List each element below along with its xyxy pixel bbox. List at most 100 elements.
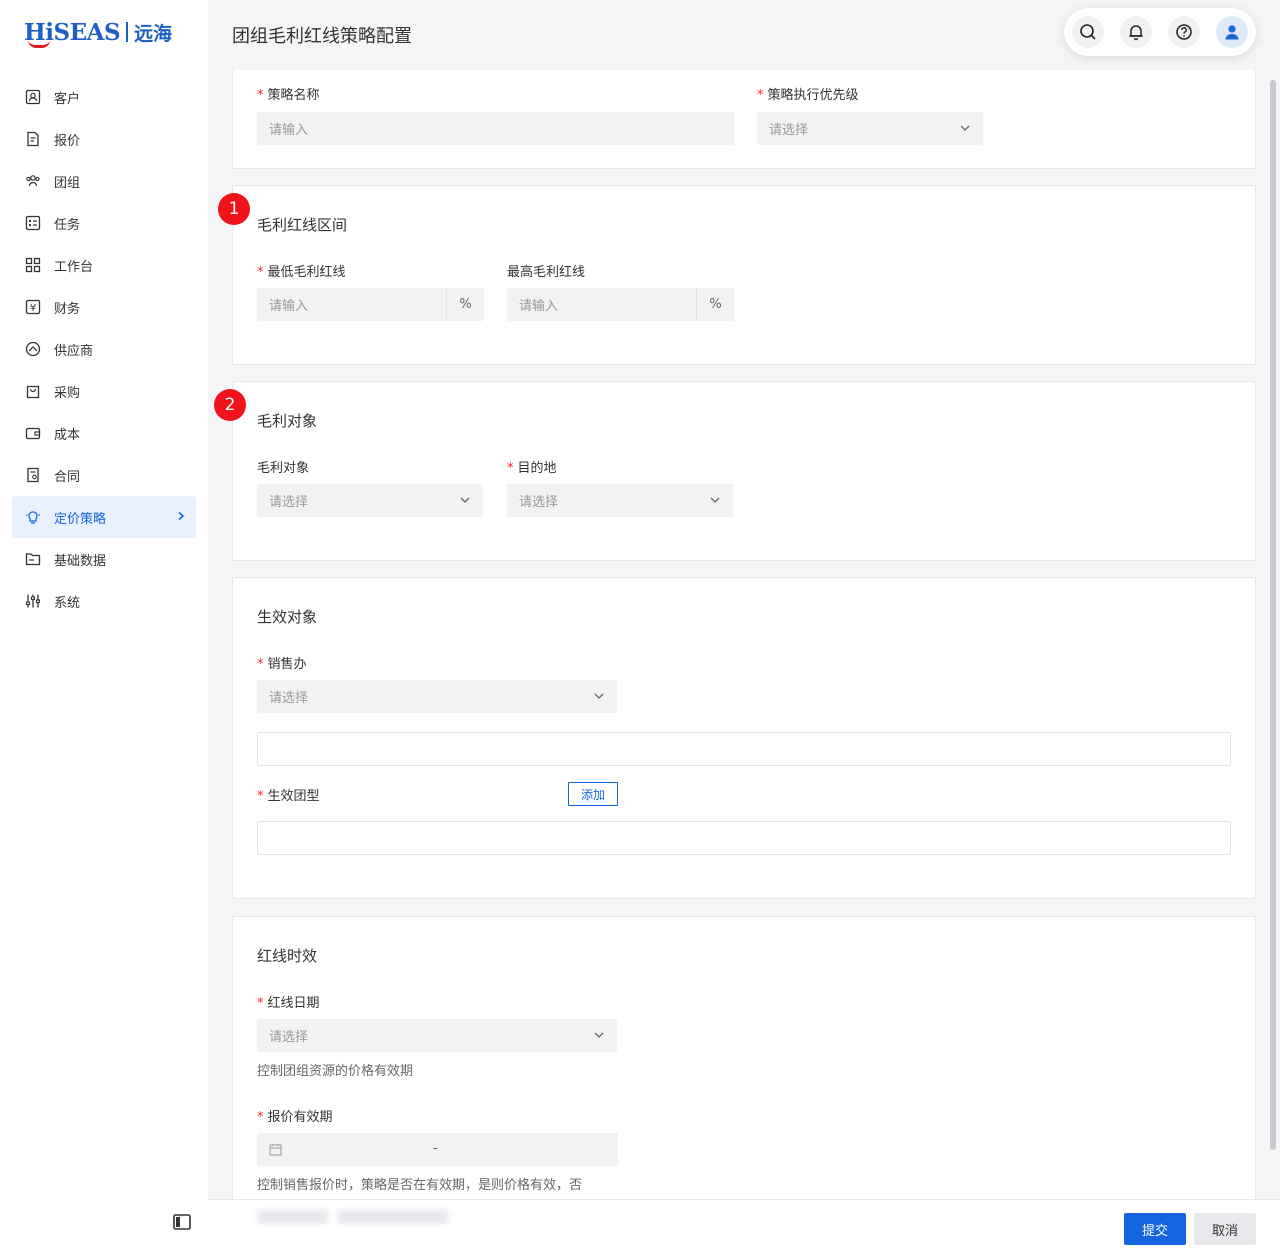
cancel-button[interactable]: 取消 [1194, 1213, 1256, 1245]
contract-icon [24, 467, 41, 484]
sidebar-item-label: 报价 [54, 133, 81, 149]
margin-object-card: 毛利对象 毛利对象 请选择 * 目的地 请选择 [232, 381, 1256, 561]
destination-label: * 目的地 [507, 461, 557, 476]
basic-info-card: * 策略名称 请输入 * 策略执行优先级 请选择 [232, 70, 1256, 169]
quote-icon [24, 131, 41, 148]
priority-select[interactable]: 请选择 [757, 112, 983, 145]
sales-office-placeholder: 请选择 [269, 691, 309, 706]
destination-select[interactable]: 请选择 [507, 484, 733, 517]
help-icon[interactable] [1168, 16, 1200, 48]
sidebar-item-8[interactable]: 成本 [12, 412, 196, 454]
margin-object-select[interactable]: 请选择 [257, 484, 483, 517]
sidebar-item-11[interactable]: 基础数据 [12, 538, 196, 580]
max-line-input[interactable]: 请输入% [507, 288, 734, 321]
top-bar: 团组毛利红线策略配置 [208, 0, 1280, 70]
finance-icon: ¥ [24, 299, 41, 316]
sidebar-item-label: 客户 [54, 91, 81, 107]
quote-validity-date-range[interactable]: - [257, 1133, 618, 1166]
sidebar-item-label: 合同 [54, 469, 81, 485]
min-line-input[interactable]: 请输入% [257, 288, 484, 321]
bulb-icon [24, 509, 41, 526]
sales-office-label: * 销售办 [257, 657, 307, 672]
sidebar-item-9[interactable]: 合同 [12, 454, 196, 496]
section-title-margin-range: 毛利红线区间 [257, 216, 348, 234]
sales-office-select[interactable]: 请选择 [257, 680, 617, 713]
sidebar-item-10[interactable]: 定价策略 [12, 496, 196, 538]
bell-icon[interactable] [1120, 16, 1152, 48]
sidebar-item-label: 财务 [54, 301, 81, 317]
logo[interactable]: HiSEAS 远海 [24, 14, 172, 50]
sidebar-item-label: 成本 [54, 427, 81, 443]
purchase-icon [24, 383, 41, 400]
sidebar-nav: 客户报价团组任务工作台 ¥ 财务供应商采购成本合同定价策略基础数据系统 [12, 76, 196, 622]
margin-object-label: 毛利对象 [257, 461, 310, 476]
group-icon [24, 173, 41, 190]
strategy-name-placeholder: 请输入 [269, 123, 309, 138]
redline-date-placeholder: 请选择 [269, 1030, 309, 1045]
section-title-margin-object: 毛利对象 [257, 412, 318, 430]
blurred-text [338, 1210, 448, 1224]
sidebar-item-label: 团组 [54, 175, 81, 191]
max-line-placeholder: 请输入 [519, 299, 559, 314]
sidebar-item-label: 系统 [54, 595, 81, 611]
redline-date-select[interactable]: 请选择 [257, 1019, 617, 1052]
sidebar-item-0[interactable]: 客户 [12, 76, 196, 118]
top-action-group [1064, 8, 1256, 56]
add-group-type-button[interactable]: 添加 [568, 782, 618, 806]
chevron-down-icon [960, 125, 970, 131]
sidebar: HiSEAS 远海 客户报价团组任务工作台 ¥ 财务供应商采购成本合同定价策略基础数… [0, 0, 208, 1256]
sidebar-item-3[interactable]: 任务 [12, 202, 196, 244]
workbench-icon [24, 257, 41, 274]
redline-date-hint: 控制团组资源的价格有效期 [257, 1064, 414, 1079]
sidebar-item-label: 采购 [54, 385, 81, 401]
submit-button[interactable]: 提交 [1124, 1213, 1186, 1245]
section-title-redline-validity: 红线时效 [257, 947, 318, 965]
group-type-list-box[interactable] [257, 821, 1231, 855]
chevron-down-icon [460, 497, 470, 503]
chevron-down-icon [594, 693, 604, 699]
search-icon[interactable] [1072, 16, 1104, 48]
sidebar-item-6[interactable]: 供应商 [12, 328, 196, 370]
sidebar-item-label: 定价策略 [54, 511, 107, 527]
step-badge-2: 2 [214, 389, 246, 421]
priority-label: * 策略执行优先级 [757, 88, 859, 103]
task-icon [24, 215, 41, 232]
folder-icon [24, 551, 41, 568]
min-line-percent-suffix: % [446, 288, 484, 321]
cost-icon [24, 425, 41, 442]
sidebar-item-label: 工作台 [54, 259, 94, 275]
sidebar-item-label: 任务 [54, 217, 81, 233]
sidebar-item-12[interactable]: 系统 [12, 580, 196, 622]
logo-smile-mark [28, 40, 50, 48]
priority-placeholder: 请选择 [769, 123, 809, 138]
supplier-icon [24, 341, 41, 358]
blurred-text [258, 1210, 328, 1224]
sidebar-collapse-icon[interactable] [172, 1212, 192, 1232]
sidebar-item-7[interactable]: 采购 [12, 370, 196, 412]
sidebar-item-2[interactable]: 团组 [12, 160, 196, 202]
effective-object-card: 生效对象 * 销售办 请选择 * 生效团型 添加 [232, 577, 1256, 899]
customer-icon [24, 89, 41, 106]
logo-separator [126, 22, 129, 42]
strategy-name-input[interactable]: 请输入 [257, 112, 734, 145]
group-type-label: * 生效团型 [257, 789, 320, 804]
sidebar-item-5[interactable]: ¥ 财务 [12, 286, 196, 328]
user-avatar-icon[interactable] [1216, 16, 1248, 48]
sliders-icon [24, 593, 41, 610]
chevron-down-icon [710, 497, 720, 503]
page-scrollbar[interactable] [1270, 80, 1276, 1150]
sidebar-item-4[interactable]: 工作台 [12, 244, 196, 286]
form-footer: 提交 取消 [208, 1199, 1280, 1256]
calendar-icon [269, 1144, 282, 1156]
chevron-down-icon [594, 1032, 604, 1038]
page-title: 团组毛利红线策略配置 [232, 26, 412, 47]
date-range-separator: - [433, 1141, 438, 1156]
sidebar-item-label: 供应商 [54, 343, 94, 359]
min-line-label: * 最低毛利红线 [257, 265, 346, 280]
max-line-percent-suffix: % [696, 288, 734, 321]
redline-validity-card: 红线时效 * 红线日期 请选择 控制团组资源的价格有效期 * 报价有效期 - 控制销… [232, 916, 1256, 1216]
sidebar-item-1[interactable]: 报价 [12, 118, 196, 160]
sales-office-list-box[interactable] [257, 732, 1231, 766]
svg-text:¥: ¥ [29, 303, 35, 314]
min-line-placeholder: 请输入 [269, 299, 309, 314]
